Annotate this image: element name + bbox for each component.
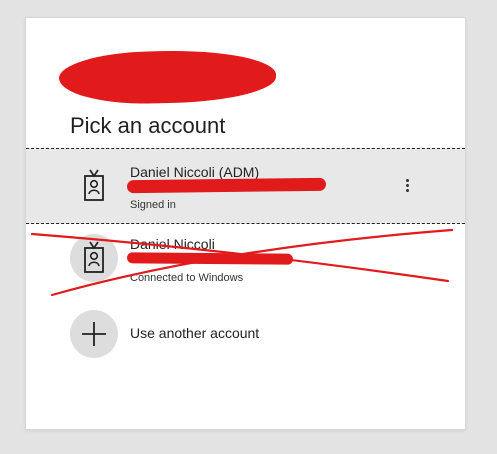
page-title: Pick an account — [70, 113, 226, 138]
redaction-mark-email — [126, 177, 327, 194]
more-options-button[interactable] — [402, 177, 412, 197]
plus-icon — [82, 322, 106, 346]
use-another-account-button[interactable]: Use another account — [26, 306, 465, 362]
badge-icon — [84, 241, 104, 273]
more-options-icon — [405, 179, 409, 182]
account-status: Connected to Windows — [130, 272, 244, 284]
more-options-icon — [405, 189, 409, 192]
account-avatar — [70, 162, 118, 210]
account-picker-screen: Pick an account Daniel Niccoli (ADM) Sig… — [0, 0, 497, 454]
account-name: Daniel Niccoli (ADM) — [130, 164, 260, 180]
account-name: Daniel Niccoli — [130, 236, 215, 252]
account-avatar — [70, 234, 118, 282]
badge-icon — [84, 169, 104, 201]
more-options-icon — [405, 184, 409, 187]
redaction-mark-email — [126, 252, 294, 265]
add-account-avatar — [70, 310, 118, 358]
account-status: Signed in — [130, 199, 176, 211]
use-another-account-label: Use another account — [130, 325, 260, 341]
account-item-signed-in[interactable]: Daniel Niccoli (ADM) Signed in — [26, 148, 465, 224]
account-item-connected[interactable]: Daniel Niccoli Connected to Windows — [26, 226, 465, 296]
